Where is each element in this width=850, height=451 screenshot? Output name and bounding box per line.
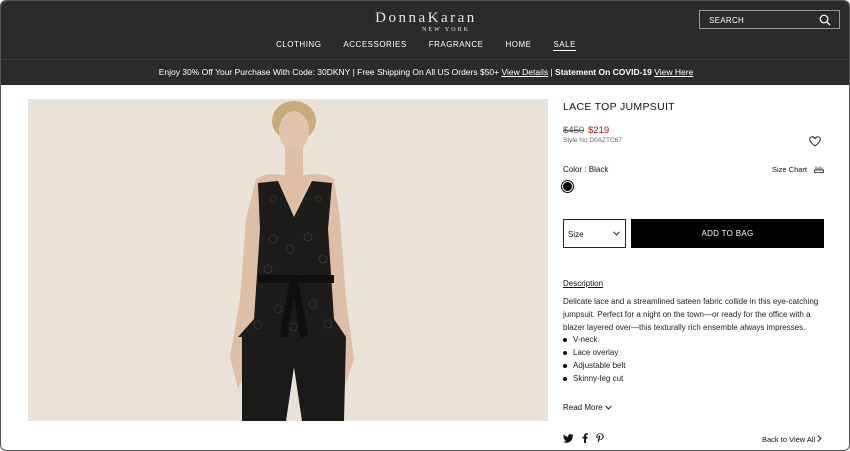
add-to-bag-button[interactable]: ADD TO BAG [631, 219, 824, 248]
promo-banner: Enjoy 30% Off Your Purchase With Code: 3… [1, 59, 849, 85]
nav-home[interactable]: HOME [505, 40, 531, 51]
original-price: $450 [563, 125, 585, 136]
back-to-view-all-link[interactable]: Back to View All [762, 435, 823, 444]
chevron-right-icon [817, 435, 823, 442]
promo-text: Enjoy 30% Off Your Purchase With Code: 3… [158, 67, 502, 77]
twitter-icon[interactable] [563, 433, 574, 443]
list-item: V-neck [563, 333, 625, 346]
read-more-button[interactable]: Read More [563, 403, 612, 412]
description-text: Delicate lace and a streamlined sateen f… [563, 297, 819, 332]
list-item: Skinny-leg cut [563, 372, 625, 385]
facebook-icon[interactable] [582, 433, 588, 443]
chevron-down-icon [613, 231, 620, 236]
social-share [563, 433, 604, 443]
search-icon[interactable] [819, 14, 831, 26]
search-input[interactable]: SEARCH [699, 10, 840, 29]
nav-clothing[interactable]: CLOTHING [276, 40, 321, 51]
list-item: Lace overlay [563, 346, 625, 359]
description-fade [563, 385, 825, 397]
model-illustration [28, 99, 548, 421]
color-swatch-black[interactable] [562, 181, 573, 192]
ruler-icon[interactable] [814, 165, 824, 173]
main-nav: CLOTHING ACCESSORIES FRAGRANCE HOME SALE [1, 40, 849, 51]
read-more-label: Read More [563, 403, 603, 412]
list-item: Adjustable belt [563, 359, 625, 372]
sale-price: $219 [588, 125, 610, 136]
style-number: Style No D0AZTC67 [563, 137, 622, 144]
site-header: DonnaKaran NEW YORK SEARCH CLOTHING ACCE… [1, 1, 849, 59]
size-chart-link[interactable]: Size Chart [772, 165, 807, 174]
view-here-link[interactable]: View Here [654, 67, 693, 77]
page-frame: DonnaKaran NEW YORK SEARCH CLOTHING ACCE… [0, 0, 850, 451]
product-title: LACE TOP JUMPSUIT [563, 101, 675, 113]
product-image[interactable] [28, 99, 548, 421]
color-label: Color : Black [563, 165, 609, 174]
covid-statement: Statement On COVID-19 [555, 67, 652, 77]
nav-sale[interactable]: SALE [553, 40, 576, 51]
heart-icon[interactable] [809, 136, 821, 147]
view-details-link[interactable]: View Details [501, 67, 548, 77]
pinterest-icon[interactable] [596, 433, 604, 443]
chevron-down-icon [604, 405, 612, 411]
size-select-label: Size [568, 230, 584, 239]
promo-separator: | [548, 67, 556, 77]
nav-accessories[interactable]: ACCESSORIES [343, 40, 406, 51]
size-select[interactable]: Size [563, 219, 626, 248]
back-link-label: Back to View All [762, 435, 816, 444]
description-heading[interactable]: Description [563, 279, 603, 288]
search-label: SEARCH [709, 16, 745, 25]
nav-fragrance[interactable]: FRAGRANCE [429, 40, 484, 51]
feature-list: V-neck Lace overlay Adjustable belt Skin… [563, 333, 625, 385]
